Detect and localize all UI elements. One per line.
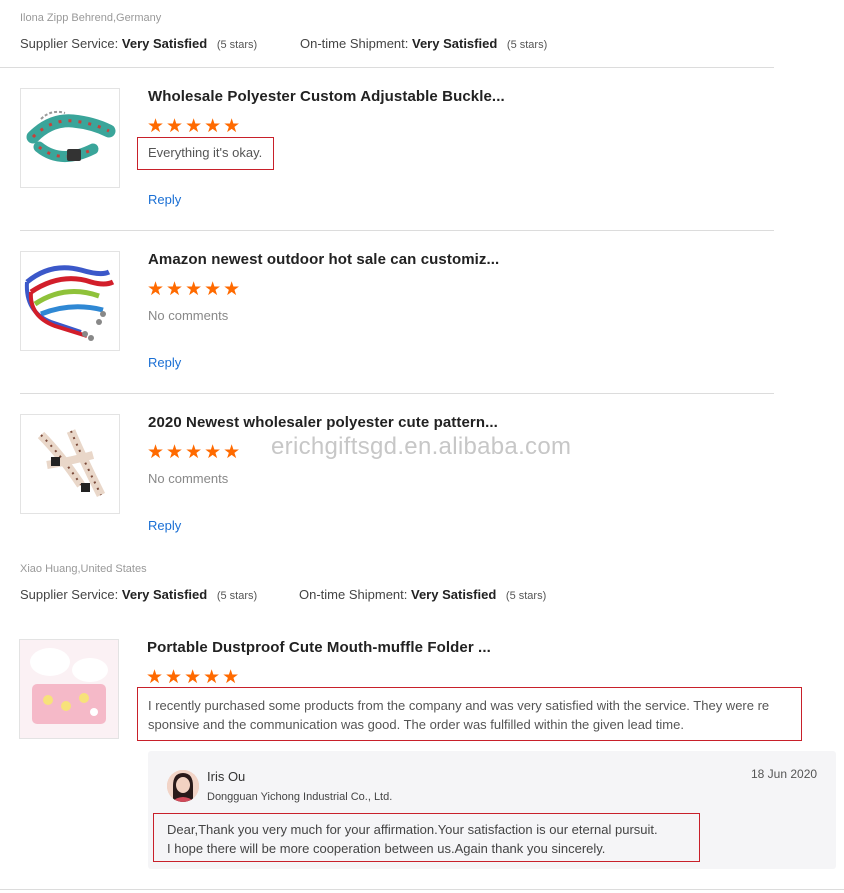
shipment-stars: (5 stars) — [506, 39, 548, 51]
star-rating: ★★★★★ — [146, 667, 242, 688]
product-image-harness[interactable] — [20, 414, 120, 514]
watermark-text: ERICHGIFTSGD.EN.ALIBABA.COM — [271, 433, 571, 461]
leash-image — [24, 265, 115, 341]
divider — [0, 67, 774, 68]
shipment-value: Very Satisfied — [411, 587, 497, 602]
shipment-label: On-time Shipment: — [300, 36, 409, 51]
product-title[interactable]: Amazon newest outdoor hot sale can custo… — [148, 251, 499, 268]
supplier-reply-line: Dear,Thank you very much for your affirm… — [167, 822, 658, 837]
supplier-service-rating: Supplier Service: Very Satisfied (5 star… — [20, 36, 257, 51]
supplier-reply-text: Dear,Thank you very much for your affirm… — [167, 820, 658, 858]
avatar-image — [167, 770, 199, 802]
supplier-service-label: Supplier Service: — [20, 36, 119, 51]
divider — [20, 393, 774, 394]
shipment-label: On-time Shipment: — [299, 587, 408, 602]
product-image-leash[interactable] — [20, 251, 120, 351]
review-comment: I recently purchased some products from … — [148, 696, 769, 734]
supplier-service-rating: Supplier Service: Very Satisfied (5 star… — [20, 587, 257, 602]
review-comment: No comments — [148, 308, 229, 323]
shipment-rating: On-time Shipment: Very Satisfied (5 star… — [299, 587, 546, 602]
star-rating: ★★★★★ — [147, 442, 243, 463]
replier-name: Iris Ou — [207, 769, 246, 784]
shipment-rating: On-time Shipment: Very Satisfied (5 star… — [300, 36, 547, 51]
mask-folder-image — [20, 640, 118, 738]
avatar — [167, 770, 199, 802]
watermark-text-value: ERICHGIFTSGD.EN.ALIBABA.COM — [271, 433, 572, 460]
divider — [20, 230, 774, 231]
product-image-collar[interactable] — [20, 88, 120, 188]
star-rating: ★★★★★ — [147, 279, 243, 300]
replier-company: Dongguan Yichong Industrial Co., Ltd. — [207, 791, 393, 803]
review-comment: Everything it's okay. — [148, 145, 263, 160]
product-title[interactable]: 2020 Newest wholesaler polyester cute pa… — [148, 414, 498, 431]
review-comment: No comments — [148, 471, 229, 486]
review-comment-line: I recently purchased some products from … — [148, 698, 770, 713]
reviewer-name: Ilona Zipp Behrend,Germany — [20, 12, 162, 24]
shipment-stars: (5 stars) — [505, 590, 547, 602]
shipment-value: Very Satisfied — [412, 36, 498, 51]
review-comment-line: sponsive and the communication was good.… — [148, 717, 684, 732]
supplier-service-value: Very Satisfied — [121, 587, 208, 602]
reply-link[interactable]: Reply — [148, 192, 181, 207]
reply-link[interactable]: Reply — [148, 518, 181, 533]
product-title[interactable]: Portable Dustproof Cute Mouth-muffle Fol… — [147, 639, 491, 656]
supplier-service-label: Supplier Service: — [20, 587, 119, 602]
divider — [0, 889, 844, 890]
reviewer-name: Xiao Huang,United States — [20, 563, 147, 575]
star-rating: ★★★★★ — [147, 116, 243, 137]
product-title[interactable]: Wholesale Polyester Custom Adjustable Bu… — [148, 88, 505, 105]
supplier-service-value: Very Satisfied — [121, 36, 208, 51]
product-image-mask-folder[interactable] — [19, 639, 119, 739]
reply-date: 18 Jun 2020 — [751, 767, 818, 781]
harness-image — [37, 429, 106, 498]
supplier-service-stars: (5 stars) — [216, 39, 258, 51]
collar-image — [26, 110, 116, 162]
reply-link[interactable]: Reply — [148, 355, 181, 370]
supplier-reply-line: I hope there will be more cooperation be… — [167, 841, 606, 856]
supplier-service-stars: (5 stars) — [216, 590, 258, 602]
